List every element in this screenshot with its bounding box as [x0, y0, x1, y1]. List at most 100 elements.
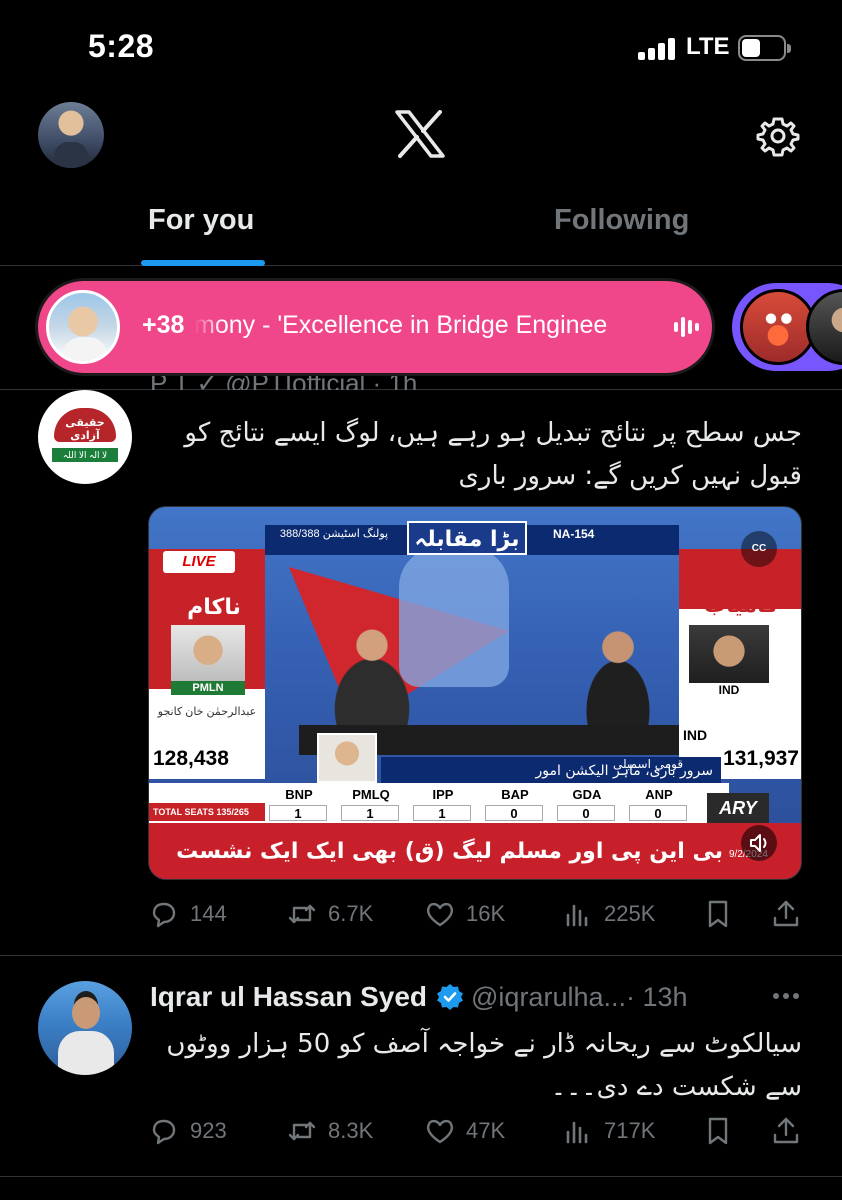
- signal-icon: [638, 38, 680, 60]
- author-avatar[interactable]: حقیقی آزادی لا الہ الا اللہ: [38, 390, 132, 484]
- headline-label: بڑا مقابلہ: [407, 521, 527, 555]
- bookmark-icon: [708, 1117, 728, 1145]
- views-icon: [566, 904, 588, 927]
- avatar-logo-text: لا الہ الا اللہ: [52, 448, 118, 462]
- like-button[interactable]: 16K: [424, 898, 505, 930]
- live-space-pill[interactable]: +38 mony - 'Excellence in Bridge Enginee: [38, 281, 712, 373]
- views-button[interactable]: 717K: [562, 1115, 655, 1147]
- reply-count: 144: [190, 901, 227, 926]
- heart-icon: [426, 902, 454, 927]
- reply-button[interactable]: 923: [148, 1115, 227, 1147]
- right-party-label: IND: [683, 727, 708, 743]
- x-logo-icon[interactable]: [394, 110, 446, 158]
- bookmark-button[interactable]: [702, 898, 734, 930]
- space-title: mony - 'Excellence in Bridge Enginee: [194, 311, 608, 339]
- repost-icon: [288, 1121, 316, 1141]
- views-count: 717K: [604, 1118, 656, 1143]
- share-button[interactable]: [770, 1115, 802, 1147]
- space-host-avatar: [46, 290, 120, 364]
- tab-for-you[interactable]: For you: [148, 204, 254, 237]
- right-party: IND: [689, 683, 769, 697]
- repost-count: 6.7K: [328, 901, 374, 926]
- tweet[interactable]: Iqrar ul Hassan Syed @iqrarulha... · 13h…: [0, 957, 842, 1177]
- active-tab-indicator: [141, 260, 265, 266]
- mute-button[interactable]: [741, 825, 777, 861]
- candidate-photo: [689, 625, 769, 683]
- reply-icon: [152, 902, 176, 928]
- constituency-label: NA-154: [553, 527, 595, 541]
- candidate-photo: [171, 625, 245, 681]
- tweet-time: · 13h: [626, 981, 688, 1012]
- verified-badge-icon: [437, 984, 464, 1010]
- party-seats: 1: [269, 805, 327, 821]
- like-count: 16K: [466, 901, 506, 926]
- space-listener-count: +38: [142, 311, 185, 339]
- party-name: GDA: [572, 787, 602, 802]
- like-count: 47K: [466, 1118, 506, 1143]
- party-seats: 0: [629, 805, 687, 821]
- status-time: 5:28: [88, 28, 155, 64]
- repost-button[interactable]: 8.3K: [286, 1115, 373, 1147]
- captions-button[interactable]: CC: [741, 531, 777, 567]
- share-icon: [773, 1117, 799, 1144]
- like-button[interactable]: 47K: [424, 1115, 505, 1147]
- author-handle[interactable]: @iqrarulha...: [471, 982, 626, 1013]
- left-party: PMLN: [171, 681, 245, 695]
- left-candidate-name: عبدالرحمٰن خان کانجو: [157, 706, 257, 718]
- party-name: IPP: [432, 787, 454, 802]
- tab-following[interactable]: Following: [554, 204, 689, 237]
- views-count: 225K: [604, 901, 656, 926]
- left-votes: 128,438: [149, 745, 265, 773]
- audio-wave-icon: [674, 315, 699, 339]
- bookmark-icon: [708, 900, 728, 928]
- total-seats: TOTAL SEATS 135/265: [149, 803, 265, 821]
- gear-icon[interactable]: [756, 114, 800, 158]
- repost-count: 8.3K: [328, 1118, 374, 1143]
- anchor-figure: [307, 621, 437, 731]
- party-seats: 1: [413, 805, 471, 821]
- anchor-figure: [563, 623, 673, 733]
- party-name: PMLQ: [352, 787, 390, 802]
- spaces-bar: +38 mony - 'Excellence in Bridge Enginee: [0, 267, 842, 390]
- profile-avatar[interactable]: [38, 102, 104, 168]
- space-avatar: [740, 289, 816, 365]
- views-button[interactable]: 225K: [562, 898, 655, 930]
- repost-button[interactable]: 6.7K: [286, 898, 373, 930]
- timeline-tabs: For you Following: [0, 196, 842, 266]
- party-seats: 1: [341, 805, 399, 821]
- party-seats: 0: [557, 805, 615, 821]
- station-label: پولنگ اسٹیشن 388/388: [279, 528, 389, 540]
- party-seats: 0: [485, 805, 543, 821]
- reply-count: 923: [190, 1118, 227, 1143]
- top-header: For you Following: [0, 96, 842, 266]
- battery-icon: [738, 35, 791, 61]
- heart-icon: [426, 1119, 454, 1144]
- network-label: LTE: [686, 33, 730, 60]
- channel-logo: ARY: [707, 793, 769, 823]
- tweet-actions: 923 8.3K 47K 717K: [148, 1115, 808, 1155]
- tweet[interactable]: P T ✓ @PTIofficial · 1h حقیقی آزادی لا ا…: [0, 376, 842, 956]
- live-badge: LIVE: [163, 551, 235, 573]
- tweet-video[interactable]: پولنگ اسٹیشن 388/388 بڑا مقابلہ NA-154 L…: [148, 506, 802, 880]
- right-status: کامیاب: [703, 593, 779, 618]
- tweet-text: سیالکوٹ سے ریحانہ ڈار نے خواجہ آصف کو 50…: [166, 1029, 802, 1102]
- more-options-icon[interactable]: [770, 991, 802, 1001]
- author-name[interactable]: Iqrar ul Hassan Syed: [150, 981, 427, 1013]
- repost-icon: [288, 904, 316, 924]
- news-ticker: بی این پی اور مسلم لیگ (ق) بھی ایک ایک ن…: [149, 823, 801, 879]
- party-name: BAP: [501, 787, 529, 802]
- bookmark-button[interactable]: [702, 1115, 734, 1147]
- author-avatar[interactable]: [38, 981, 132, 1075]
- assembly-label: قومی اسمبلی: [613, 757, 684, 771]
- tweet-actions: 144 6.7K 16K 225K: [148, 898, 808, 938]
- status-bar: 5:28 LTE: [0, 0, 842, 96]
- avatar-logo-text: حقیقی آزادی: [65, 417, 105, 442]
- reply-icon: [152, 1119, 176, 1145]
- tweet-text: جس سطح پر نتائج تبدیل ہو رہے ہیں، لوگ ای…: [184, 418, 802, 491]
- share-icon: [773, 900, 799, 927]
- reply-button[interactable]: 144: [148, 898, 227, 930]
- party-name: BNP: [285, 787, 313, 802]
- share-button[interactable]: [770, 898, 802, 930]
- tweet-header: Iqrar ul Hassan Syed @iqrarulha... · 13h: [150, 979, 688, 1015]
- party-name: ANP: [645, 787, 673, 802]
